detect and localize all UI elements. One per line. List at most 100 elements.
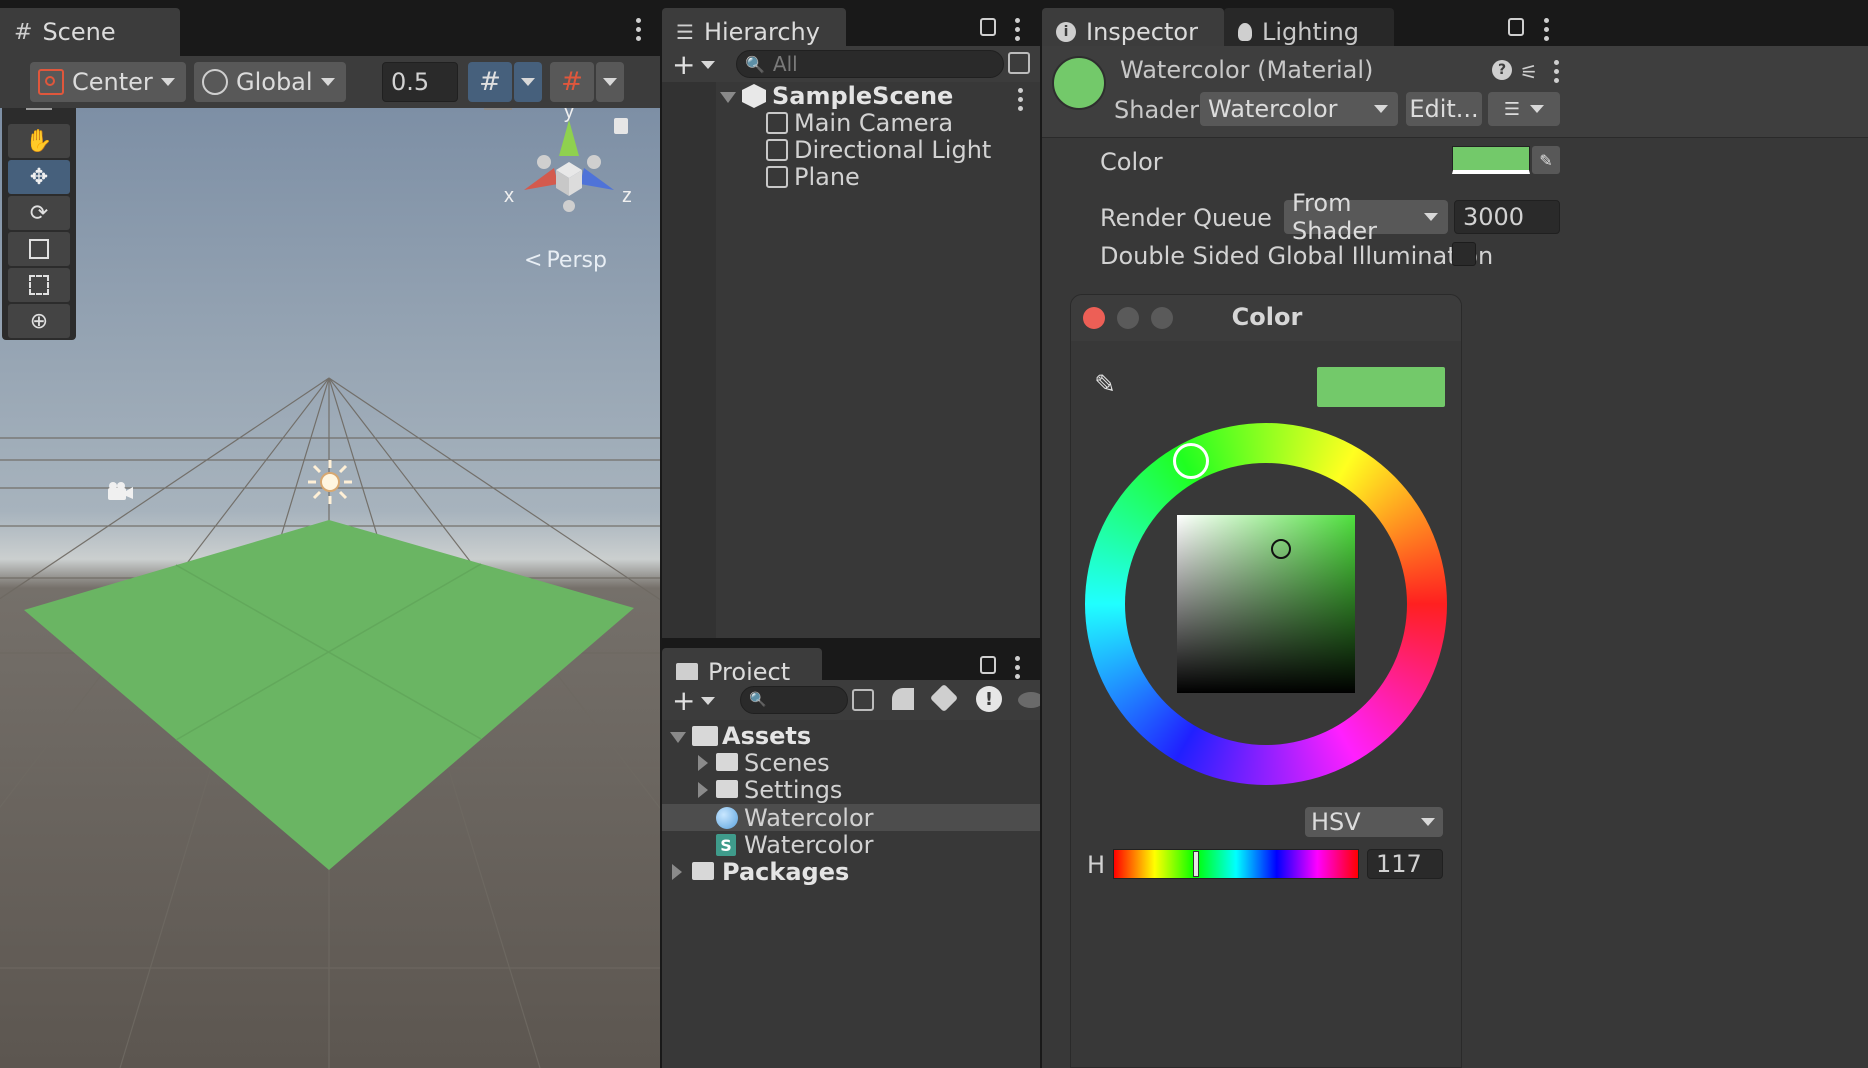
tool-palette-handle[interactable] xyxy=(26,108,52,110)
folder-icon xyxy=(716,780,738,798)
render-queue-field[interactable]: 3000 xyxy=(1454,200,1560,234)
pivot-dropdown[interactable]: Center xyxy=(30,62,186,102)
hierarchy-item[interactable]: Directional Light xyxy=(662,136,1040,164)
search-expand-icon[interactable] xyxy=(852,689,874,711)
unity-scene-icon xyxy=(742,84,766,108)
move-tool[interactable]: ✥ xyxy=(8,160,70,194)
space-dropdown[interactable]: Global xyxy=(194,62,346,102)
shader-options-button[interactable]: ☰ xyxy=(1488,92,1560,126)
tab-hierarchy-label: Hierarchy xyxy=(703,18,820,46)
project-more-icon[interactable] xyxy=(1013,656,1021,679)
inspector-more-icon[interactable] xyxy=(1542,18,1550,41)
preset-icon[interactable]: ⚟ xyxy=(1520,60,1538,84)
warning-icon[interactable]: ! xyxy=(976,686,1002,712)
scene-more-icon[interactable] xyxy=(634,18,642,41)
expand-icon[interactable] xyxy=(670,732,686,743)
collapse-icon[interactable] xyxy=(698,755,708,771)
packages-row[interactable]: Packages xyxy=(662,858,1040,886)
chevron-down-icon xyxy=(320,78,335,86)
eyedropper-icon[interactable]: ✎ xyxy=(1532,146,1560,174)
transform-tool[interactable]: ⊕ xyxy=(8,304,70,338)
folder-row[interactable]: Scenes xyxy=(662,749,1040,777)
hierarchy-item[interactable]: Main Camera xyxy=(662,109,1040,137)
project-lock-icon[interactable] xyxy=(980,656,996,674)
rotate-tool[interactable]: ⟳ xyxy=(8,196,70,230)
hierarchy-more-icon[interactable] xyxy=(1013,18,1021,41)
hand-tool[interactable]: ✋ xyxy=(8,124,70,158)
saturation-value-handle[interactable] xyxy=(1271,539,1291,559)
help-icon[interactable]: ? xyxy=(1492,60,1512,80)
hierarchy-search[interactable]: 🔍 All xyxy=(736,50,1004,78)
search-icon: 🔍 xyxy=(749,692,767,708)
folder-row[interactable]: Settings xyxy=(662,776,1040,804)
gameobject-icon xyxy=(766,112,788,134)
sun-gizmo-icon[interactable] xyxy=(306,458,354,506)
collapse-icon[interactable] xyxy=(672,864,682,880)
material-preview xyxy=(1052,56,1106,110)
chevron-down-icon xyxy=(603,78,617,86)
increment-snap-toggle[interactable]: # xyxy=(550,62,594,102)
render-queue-dropdown[interactable]: From Shader xyxy=(1284,189,1448,245)
color-swatch-field[interactable] xyxy=(1452,146,1530,174)
scale-tool[interactable] xyxy=(8,232,70,266)
inspector-lock-icon[interactable] xyxy=(1508,18,1524,36)
create-button[interactable]: + xyxy=(672,48,716,81)
color-picker-window: Color ✎ HSV H 117 xyxy=(1070,294,1462,1068)
rotate-icon: ⟳ xyxy=(29,200,49,226)
collapse-icon[interactable] xyxy=(698,782,708,798)
hue-wheel-handle[interactable] xyxy=(1173,443,1209,479)
color-mode-dropdown[interactable]: HSV xyxy=(1305,807,1443,837)
hierarchy-lock-icon[interactable] xyxy=(980,18,996,36)
hue-value-field[interactable]: 117 xyxy=(1367,849,1443,879)
transform-icon: ⊕ xyxy=(29,308,49,334)
project-search[interactable]: 🔍 xyxy=(740,686,848,714)
hierarchy-tree: SampleScene Main Camera Directional Ligh… xyxy=(662,82,1040,638)
increment-snap-dropdown[interactable] xyxy=(596,62,624,102)
current-color-preview xyxy=(1317,367,1445,407)
scene-row[interactable]: SampleScene xyxy=(662,82,1040,111)
search-expand-icon[interactable] xyxy=(1008,52,1030,74)
search-icon: 🔍 xyxy=(745,54,765,74)
hierarchy-item[interactable]: Plane xyxy=(662,163,1040,191)
hue-slider[interactable] xyxy=(1113,849,1359,879)
scene-viewport[interactable]: ✋ ✥ ⟳ ⊕ y x z < Persp xyxy=(0,108,660,1068)
saturation-value-square[interactable] xyxy=(1177,515,1355,693)
snap-value-field[interactable]: 0.5 xyxy=(382,62,458,102)
material-icon xyxy=(716,807,738,829)
shader-dropdown[interactable]: Watercolor xyxy=(1200,92,1398,126)
label-tag-icon[interactable] xyxy=(929,683,959,713)
chevron-down-icon xyxy=(1424,213,1438,221)
tab-scene[interactable]: # Scene xyxy=(0,8,150,56)
double-sided-gi-checkbox[interactable] xyxy=(1452,242,1476,266)
orientation-gizmo[interactable]: y x z xyxy=(494,108,644,230)
project-create-button[interactable]: + xyxy=(672,684,716,717)
render-queue-label: Render Queue xyxy=(1100,204,1272,232)
grid-snap-dropdown[interactable] xyxy=(514,62,542,102)
camera-gizmo-icon[interactable] xyxy=(104,480,134,504)
plus-icon: + xyxy=(672,684,696,717)
edit-shader-button[interactable]: Edit... xyxy=(1406,92,1482,126)
asset-row[interactable]: S Watercolor xyxy=(662,831,1040,859)
perspective-icon: < xyxy=(524,248,543,273)
material-more-icon[interactable] xyxy=(1552,60,1560,83)
tab-scene-label: Scene xyxy=(42,18,116,46)
increment-snap-icon: # xyxy=(561,67,583,97)
grid-snap-toggle[interactable]: # xyxy=(468,62,512,102)
assets-label: Assets xyxy=(722,722,812,750)
gameobject-icon xyxy=(766,139,788,161)
rect-tool[interactable] xyxy=(8,268,70,302)
hierarchy-panel: ☰ Hierarchy + 🔍 All SampleScene Main Cam… xyxy=(662,0,1040,638)
folder-icon xyxy=(716,753,738,771)
filter-type-icon[interactable] xyxy=(892,688,914,710)
assets-row[interactable]: Assets xyxy=(662,722,1040,750)
asset-row-selected[interactable]: Watercolor xyxy=(662,804,1040,832)
chevron-down-icon xyxy=(1530,105,1545,113)
scene-row-more-icon[interactable] xyxy=(1016,88,1024,111)
color-picker-title: Color xyxy=(1231,303,1303,331)
hue-slider-handle[interactable] xyxy=(1193,851,1199,877)
expand-icon[interactable] xyxy=(720,92,736,103)
projection-toggle[interactable]: < Persp xyxy=(524,248,607,273)
eyedropper-icon[interactable]: ✎ xyxy=(1089,369,1121,401)
visibility-icon[interactable] xyxy=(1018,692,1040,708)
grid-snap-icon: # xyxy=(479,67,501,97)
